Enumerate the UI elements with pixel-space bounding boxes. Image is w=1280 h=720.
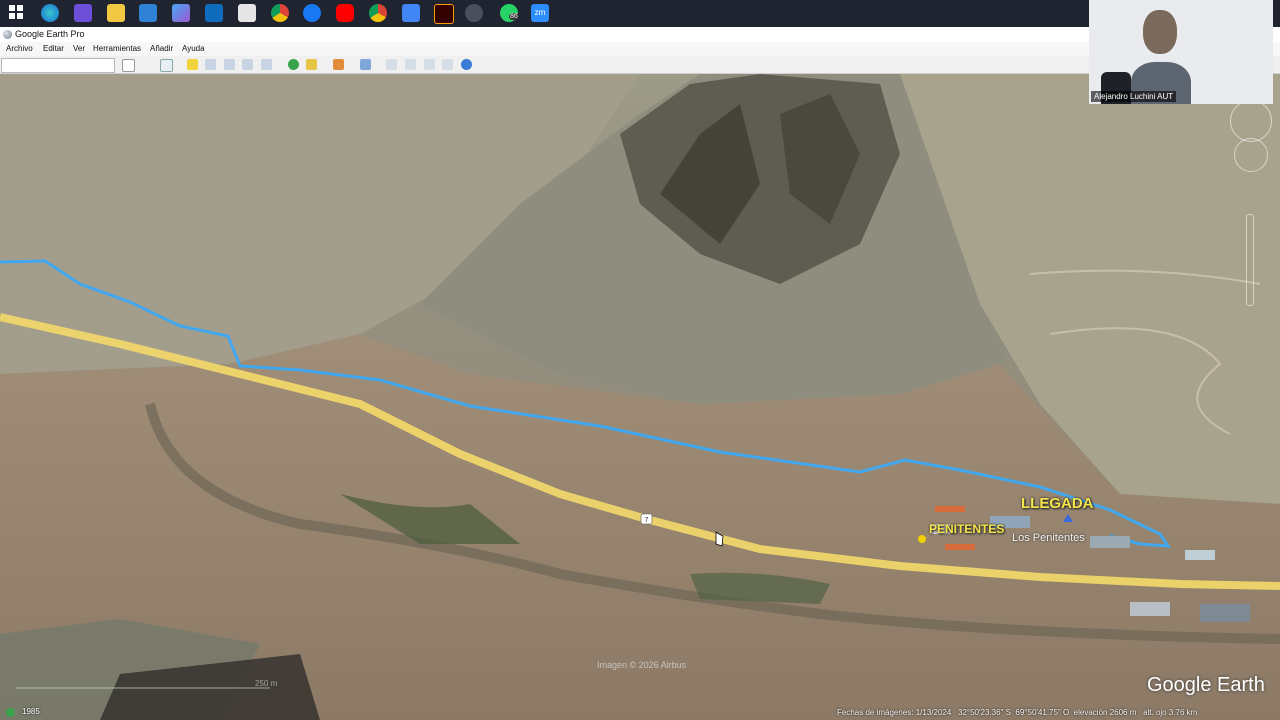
whatsapp-badge: 86	[509, 13, 519, 20]
placemark-icon[interactable]	[187, 59, 198, 70]
google-docs-icon[interactable]	[402, 4, 420, 22]
move-joystick-control[interactable]	[1234, 138, 1268, 172]
chrome-icon[interactable]	[369, 4, 387, 22]
snipping-tool-icon[interactable]	[74, 4, 92, 22]
timeline-year: 1985	[22, 707, 40, 716]
google-earth-icon[interactable]	[465, 4, 483, 22]
sunlight-icon[interactable]	[306, 59, 317, 70]
scale-bar-label: 250 m	[255, 679, 278, 688]
sidebar-toggle-icon[interactable]	[160, 59, 173, 72]
file-explorer-icon[interactable]	[107, 4, 125, 22]
edge-icon[interactable]	[41, 4, 59, 22]
mail-icon[interactable]	[238, 4, 256, 22]
polygon-icon[interactable]	[205, 59, 216, 70]
chrome-profile-icon[interactable]	[271, 4, 289, 22]
placemark-pin-icon[interactable]	[918, 535, 926, 543]
terrain-imagery: 7 250 m	[0, 74, 1280, 720]
search-input[interactable]	[1, 58, 115, 73]
earth-icon[interactable]	[461, 59, 472, 70]
youtube-icon[interactable]	[336, 4, 354, 22]
participant-name: Alejandro Luchini AUT	[1091, 91, 1177, 102]
participant-silhouette	[1131, 10, 1191, 104]
whatsapp-icon[interactable]: 86	[500, 4, 519, 22]
menu-herramientas[interactable]: Herramientas	[93, 42, 141, 56]
menu-anadir[interactable]: Añadir	[150, 42, 173, 56]
facebook-icon[interactable]	[303, 4, 321, 22]
zoom-slider[interactable]	[1246, 214, 1254, 306]
email-icon[interactable]	[386, 59, 397, 70]
window-title: Google Earth Pro	[15, 29, 85, 39]
path-icon[interactable]	[224, 59, 235, 70]
ruler-icon[interactable]	[360, 59, 371, 70]
google-earth-app-icon	[3, 30, 12, 39]
status-info: Fechas de imágenes: 1/13/2024 32°50'23.3…	[837, 708, 1197, 717]
photos-icon[interactable]	[172, 4, 190, 22]
historical-imagery-icon-small[interactable]	[6, 708, 15, 717]
planets-icon[interactable]	[333, 59, 344, 70]
earth-3d-view[interactable]: 7 250 m	[0, 74, 1280, 720]
imagery-credit: Imagen © 2026 Airbus	[597, 660, 687, 670]
longitude: 69°50'41.75" O	[1015, 708, 1070, 717]
status-bar: 1985 Fechas de imágenes: 1/13/2024 32°50…	[0, 705, 1280, 720]
menu-ver[interactable]: Ver	[73, 42, 85, 56]
search-icon[interactable]	[122, 59, 135, 72]
look-joystick-control[interactable]	[1230, 100, 1272, 142]
print-icon[interactable]	[405, 59, 416, 70]
zoom-label: zm	[534, 8, 546, 17]
overlay-icon[interactable]	[242, 59, 253, 70]
zoom-icon[interactable]: zm	[531, 4, 549, 22]
window-titlebar: Google Earth Pro	[0, 27, 1280, 42]
eye-altitude: alt. ojo 3.76 km	[1143, 708, 1198, 717]
google-earth-logo: Google Earth	[1147, 674, 1265, 696]
menu-bar: Archivo Editar Ver Herramientas Añadir A…	[0, 42, 1280, 56]
placemark-label-penitentes[interactable]: PENITENTES	[929, 522, 1004, 536]
windows-start-icon[interactable]	[8, 4, 26, 22]
placemark-label-llegada[interactable]: LLEGADA	[1021, 495, 1094, 512]
menu-editar[interactable]: Editar	[43, 42, 64, 56]
menu-archivo[interactable]: Archivo	[6, 42, 33, 56]
historical-imagery-icon[interactable]	[288, 59, 299, 70]
toolbar	[0, 56, 1280, 74]
latitude: 32°50'23.36" S	[957, 708, 1011, 717]
menu-ayuda[interactable]: Ayuda	[182, 42, 205, 56]
adobe-illustrator-icon[interactable]	[434, 4, 454, 24]
place-label-los-penitentes: Los Penitentes	[1012, 532, 1085, 544]
maps-icon[interactable]	[442, 59, 453, 70]
tour-icon[interactable]	[261, 59, 272, 70]
windows-taskbar: 86 zm	[0, 0, 1280, 27]
webcam-video: Alejandro Luchini AUT	[1089, 0, 1273, 104]
elevation: elevación 2606 m	[1073, 708, 1137, 717]
imagery-date: Fechas de imágenes: 1/13/2024	[837, 708, 952, 717]
save-image-icon[interactable]	[424, 59, 435, 70]
microsoft-store-icon[interactable]	[139, 4, 157, 22]
route-number-text: 7	[645, 517, 649, 524]
outlook-icon[interactable]	[205, 4, 223, 22]
